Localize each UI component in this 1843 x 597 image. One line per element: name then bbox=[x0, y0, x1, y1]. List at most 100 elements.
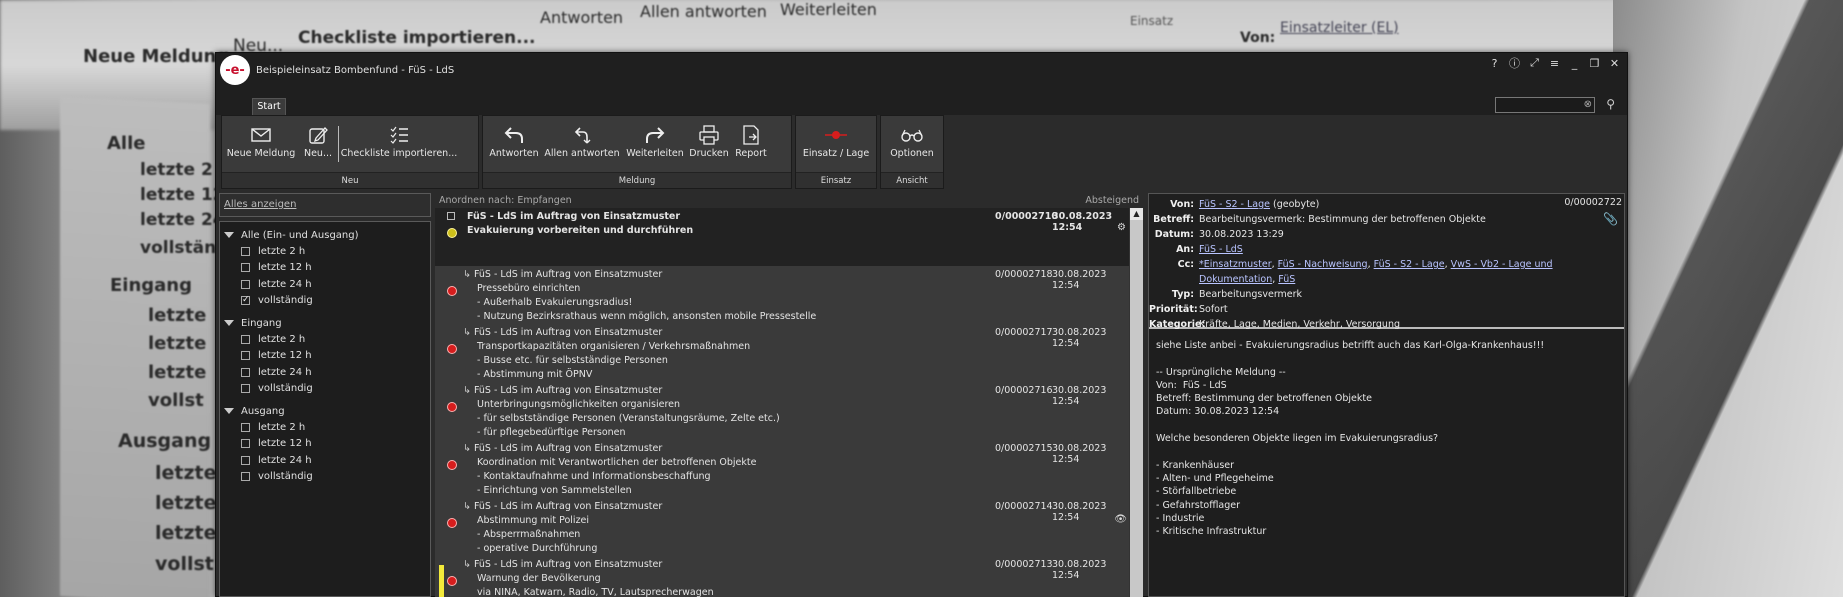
cc-link[interactable]: FüS - S2 - Lage bbox=[1374, 259, 1445, 270]
cc-link[interactable]: FüS bbox=[1278, 274, 1295, 285]
options-button[interactable]: Optionen bbox=[881, 116, 943, 174]
menu-icon[interactable]: ≡ bbox=[1548, 57, 1561, 70]
app-logo[interactable]: -e- bbox=[220, 55, 250, 85]
checkbox[interactable] bbox=[241, 246, 250, 256]
print-button[interactable]: Drucken bbox=[687, 116, 731, 174]
search-input[interactable]: ⊗ bbox=[1495, 97, 1595, 113]
to-link[interactable]: FüS - LdS bbox=[1199, 244, 1243, 255]
checkbox[interactable] bbox=[241, 334, 250, 344]
from-link[interactable]: FüS - S2 - Lage bbox=[1199, 199, 1270, 210]
checkbox[interactable] bbox=[241, 422, 250, 432]
checkbox[interactable] bbox=[241, 279, 250, 289]
checkbox[interactable] bbox=[241, 439, 250, 449]
expand-triangle-icon[interactable] bbox=[224, 408, 234, 414]
help-icon[interactable]: ? bbox=[1488, 57, 1501, 70]
message-number: 0/00002714 bbox=[995, 501, 1053, 512]
expand-triangle-icon[interactable] bbox=[224, 320, 234, 326]
message-row[interactable]: ↳ FüS - LdS im Auftrag von Einsatzmuster 0… bbox=[435, 440, 1129, 498]
tree-item[interactable]: letzte 12 h bbox=[220, 436, 430, 453]
tree-item[interactable]: letzte 2 h bbox=[220, 243, 430, 260]
tree-item-label: vollständig bbox=[258, 471, 313, 483]
search-icon[interactable]: ⚲ bbox=[1606, 97, 1615, 111]
bg-label: Alle bbox=[107, 133, 146, 154]
show-all-link[interactable]: Alles anzeigen bbox=[219, 193, 431, 217]
eye-icon[interactable]: 👁 bbox=[1114, 514, 1127, 525]
message-sender: ↳ FüS - LdS im Auftrag von Einsatzmuster bbox=[463, 385, 662, 396]
new-message-button[interactable]: Neue Meldung bbox=[222, 116, 300, 174]
message-row[interactable]: ↳ FüS - LdS im Auftrag von Einsatzmuster 0… bbox=[435, 498, 1129, 556]
tree-item[interactable]: vollständig bbox=[220, 469, 430, 486]
tree-item[interactable]: letzte 2 h bbox=[220, 419, 430, 436]
attachment-icon[interactable]: 📎 bbox=[1603, 212, 1618, 226]
tree-item[interactable]: letzte 24 h bbox=[220, 276, 430, 293]
bg-label: Ausgang bbox=[118, 430, 212, 452]
reply-all-button[interactable]: Allen antworten bbox=[541, 116, 623, 174]
close-icon[interactable]: ✕ bbox=[1608, 57, 1621, 70]
message-line: - für selbstständige Personen (Veranstal… bbox=[477, 413, 780, 424]
message-row[interactable]: FüS - LdS im Auftrag von Einsatzmuster ⚙ 0… bbox=[435, 208, 1129, 266]
scroll-up-arrow[interactable]: ▲ bbox=[1130, 208, 1143, 220]
expand-icon[interactable]: ⤢ bbox=[1528, 56, 1541, 70]
clear-icon[interactable]: ⊗ bbox=[1584, 99, 1592, 110]
tree-item[interactable]: letzte 24 h bbox=[220, 364, 430, 381]
message-line: - Busse etc. für selbstständige Personen bbox=[477, 355, 668, 366]
tree-item[interactable]: letzte 2 h bbox=[220, 331, 430, 348]
reply-arrow-icon: ↳ bbox=[463, 327, 471, 338]
sort-label[interactable]: Anordnen nach: Empfangen bbox=[439, 195, 572, 207]
checkbox[interactable] bbox=[241, 384, 250, 394]
checkbox[interactable] bbox=[241, 472, 250, 482]
cc-link[interactable]: *Einsatzmuster bbox=[1199, 259, 1272, 270]
group-label: Meldung bbox=[483, 172, 791, 188]
message-line: Koordination mit Verantwortlichen der be… bbox=[477, 457, 757, 468]
report-button[interactable]: Report bbox=[731, 116, 771, 174]
checkbox[interactable] bbox=[241, 263, 250, 273]
new-button[interactable]: Neu... bbox=[300, 116, 336, 174]
tree-item[interactable]: letzte 12 h bbox=[220, 260, 430, 277]
minimize-icon[interactable]: _ bbox=[1568, 57, 1581, 70]
tree-group[interactable]: Eingang bbox=[220, 315, 430, 331]
reply-arrow-icon: ↳ bbox=[463, 559, 471, 570]
bg-label: Checkliste importieren... bbox=[298, 28, 536, 48]
window-controls: ? ⓘ ⤢ ≡ _ ❐ ✕ bbox=[1488, 55, 1621, 71]
import-checklist-button[interactable]: Checkliste importieren... bbox=[341, 116, 457, 174]
tree-group[interactable]: Ausgang bbox=[220, 403, 430, 419]
tree-item-label: letzte 24 h bbox=[258, 366, 312, 378]
tree-item-label: letzte 24 h bbox=[258, 454, 312, 466]
checkbox[interactable]: ✓ bbox=[241, 296, 250, 306]
reply-button[interactable]: Antworten bbox=[487, 116, 541, 174]
group-label: Ansicht bbox=[881, 172, 943, 188]
forward-button[interactable]: Weiterleiten bbox=[623, 116, 687, 174]
sender-text: FüS - LdS im Auftrag von Einsatzmuster bbox=[473, 501, 663, 512]
message-row[interactable]: ↳ FüS - LdS im Auftrag von Einsatzmuster 0… bbox=[435, 324, 1129, 382]
bg-label: letzte bbox=[155, 522, 217, 544]
message-checkbox[interactable] bbox=[447, 212, 455, 220]
message-row[interactable]: ↳ FüS - LdS im Auftrag von Einsatzmuster 0… bbox=[435, 382, 1129, 440]
ribbon-group-einsatz: Einsatz / Lage Einsatz bbox=[795, 115, 877, 189]
expand-triangle-icon[interactable] bbox=[224, 232, 234, 238]
tree-item-label: vollständig bbox=[258, 295, 313, 307]
message-row[interactable]: ↳ FüS - LdS im Auftrag von Einsatzmuster 0… bbox=[435, 556, 1129, 597]
window-title: Beispieleinsatz Bombenfund - FüS - LdS bbox=[256, 64, 455, 76]
message-header: 0/00002722 📎 Von: FüS - S2 - Lage (geobyt… bbox=[1149, 194, 1624, 330]
scrollbar[interactable]: ▲ bbox=[1129, 208, 1143, 597]
restore-icon[interactable]: ❐ bbox=[1588, 57, 1601, 70]
sort-order[interactable]: Absteigend bbox=[1085, 195, 1139, 207]
checkbox[interactable] bbox=[241, 455, 250, 465]
cc-link[interactable]: FüS - Nachweisung bbox=[1278, 259, 1368, 270]
tree-item[interactable]: ✓ vollständig bbox=[220, 293, 430, 310]
tab-start[interactable]: Start bbox=[252, 98, 286, 115]
message-row[interactable]: ↳ FüS - LdS im Auftrag von Einsatzmuster 0… bbox=[435, 266, 1129, 324]
reply-arrow-icon: ↳ bbox=[463, 501, 471, 512]
tree-item[interactable]: vollständig bbox=[220, 381, 430, 398]
checkbox[interactable] bbox=[241, 367, 250, 377]
tree-group[interactable]: Alle (Ein- und Ausgang) bbox=[220, 227, 430, 243]
body-line: - Störfallbetriebe bbox=[1156, 486, 1237, 498]
sender-text: FüS - LdS im Auftrag von Einsatzmuster bbox=[473, 443, 663, 454]
info-icon[interactable]: ⓘ bbox=[1508, 55, 1521, 71]
checkbox[interactable] bbox=[241, 351, 250, 361]
tree-item[interactable]: letzte 12 h bbox=[220, 348, 430, 365]
button-label: Neu... bbox=[303, 148, 333, 159]
operation-situation-button[interactable]: Einsatz / Lage bbox=[796, 116, 876, 174]
button-label: Weiterleiten bbox=[626, 148, 684, 159]
tree-item[interactable]: letzte 24 h bbox=[220, 452, 430, 469]
